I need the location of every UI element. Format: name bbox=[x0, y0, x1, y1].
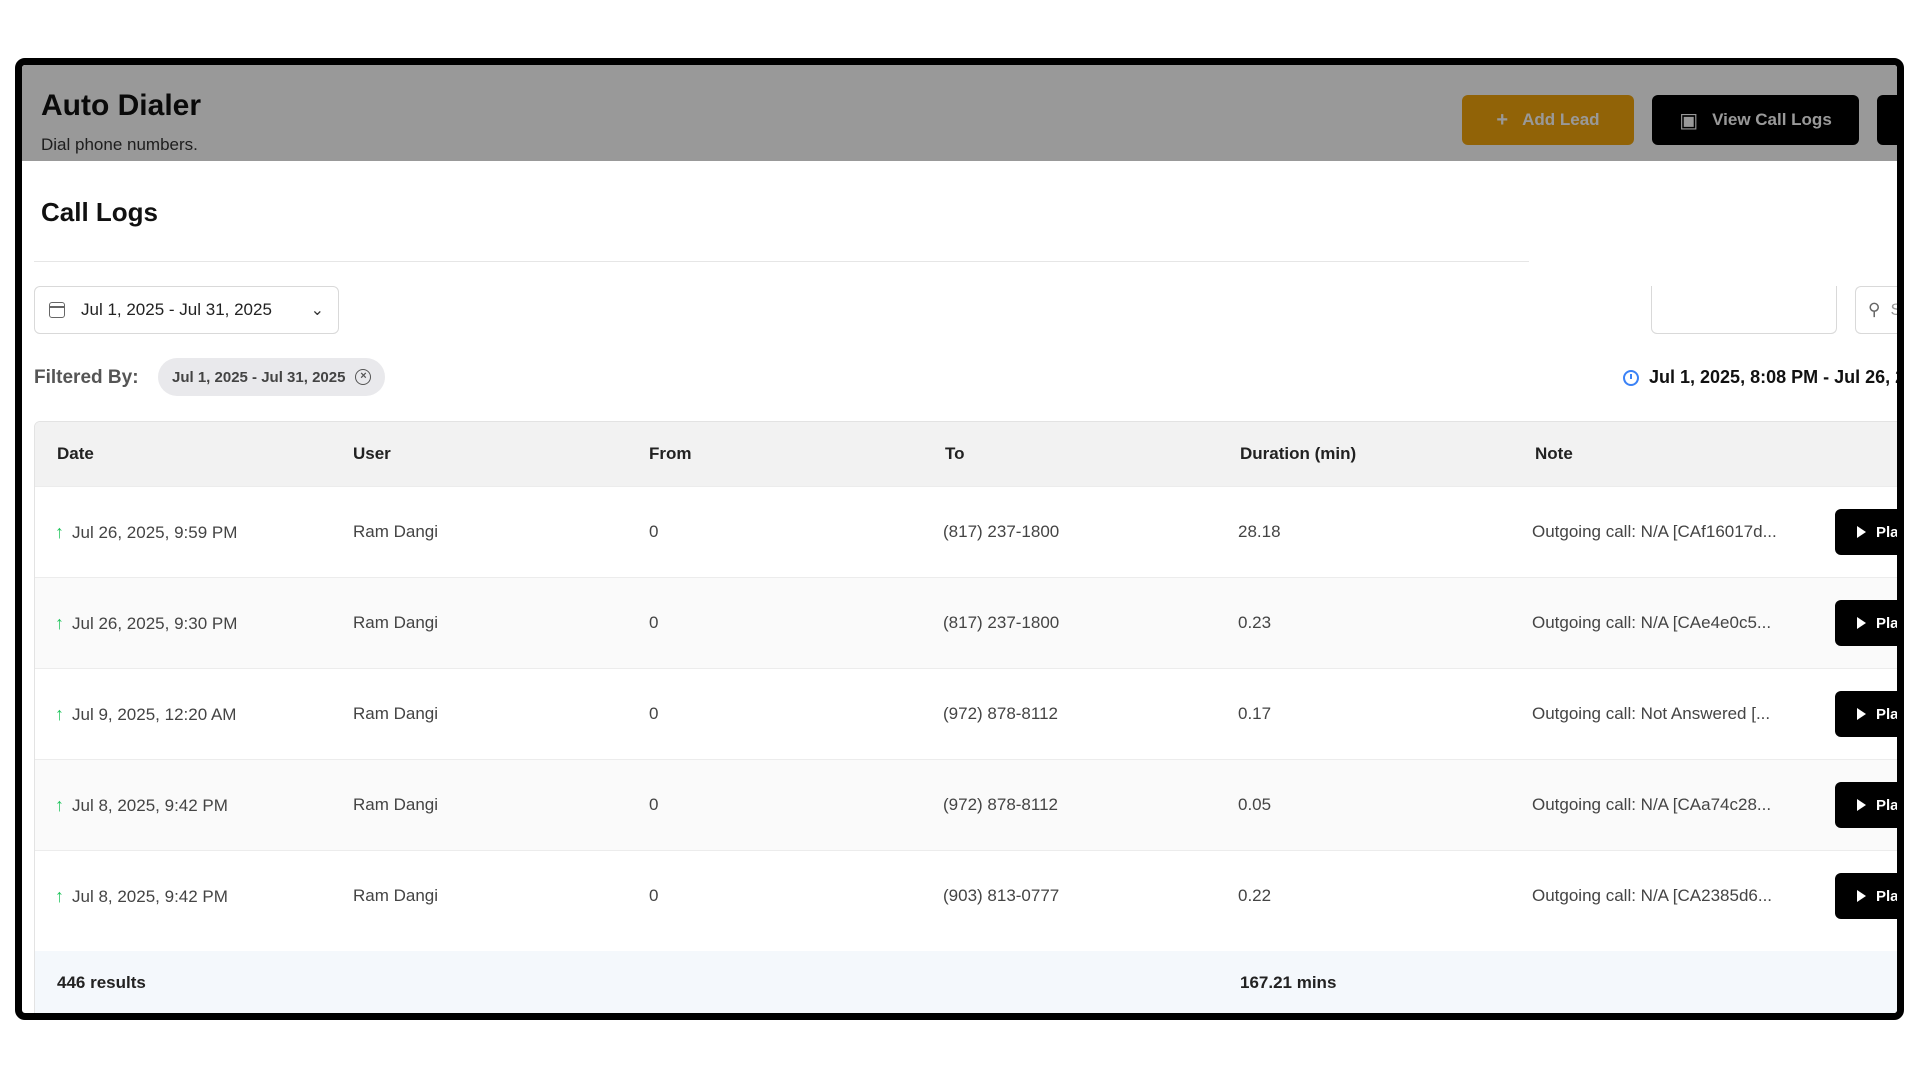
user-cell: Ram Dangi bbox=[353, 886, 439, 905]
modal-title: Call Logs bbox=[41, 197, 159, 227]
modal-backdrop[interactable] bbox=[22, 65, 1897, 161]
column-header-user[interactable]: User bbox=[353, 444, 391, 464]
arrow-up-icon: ↑ bbox=[55, 886, 64, 906]
user-cell: Ram Dangi bbox=[353, 522, 439, 541]
app-window: Auto Dialer Dial phone numbers. + Add Le… bbox=[15, 58, 1904, 1020]
column-header-duration[interactable]: Duration (min) bbox=[1240, 444, 1356, 464]
note-cell: Outgoing call: N/A [CAa74c28... bbox=[1532, 795, 1772, 814]
note-cell: Outgoing call: N/A [CAf16017d... bbox=[1532, 522, 1777, 541]
close-circle-icon[interactable]: × bbox=[355, 369, 372, 385]
chevron-down-icon: ⌄ bbox=[310, 302, 324, 319]
search-icon: ⚲ bbox=[1868, 300, 1881, 319]
to-cell: (972) 878-8112 bbox=[943, 704, 1058, 723]
play-button[interactable]: Play bbox=[1835, 873, 1904, 919]
play-label: Play bbox=[1876, 705, 1904, 723]
from-cell: 0 bbox=[649, 886, 659, 905]
duration-cell: 0.22 bbox=[1238, 886, 1272, 905]
to-cell: (817) 237-1800 bbox=[943, 522, 1060, 541]
time-range-text: Jul 1, 2025, 8:08 PM - Jul 26, 2025 bbox=[1649, 367, 1897, 387]
user-cell: Ram Dangi bbox=[353, 704, 439, 723]
search-placeholder: Se bbox=[1890, 300, 1902, 319]
filter-chip-label: Jul 1, 2025 - Jul 31, 2025 bbox=[172, 368, 346, 386]
duration-cell: 0.17 bbox=[1238, 704, 1272, 723]
arrow-up-icon: ↑ bbox=[55, 522, 64, 542]
search-input[interactable]: ⚲ Se bbox=[1855, 286, 1902, 334]
date-cell: ↑ Jul 26, 2025, 9:30 PM bbox=[55, 613, 237, 634]
filter-chip: Jul 1, 2025 - Jul 31, 2025 × bbox=[158, 358, 386, 396]
user-cell: Ram Dangi bbox=[353, 613, 439, 632]
table-row[interactable]: ↑ Jul 8, 2025, 9:42 PM Ram Dangi 0 (903) … bbox=[35, 850, 1904, 941]
total-duration: 167.21 mins bbox=[1240, 973, 1337, 992]
table-row[interactable]: ↑ Jul 9, 2025, 12:20 AM Ram Dangi 0 (972)… bbox=[35, 668, 1904, 759]
duration-cell: 0.23 bbox=[1238, 613, 1272, 632]
time-range-display: Jul 1, 2025, 8:08 PM - Jul 26, 2025 bbox=[1623, 367, 1897, 388]
play-button[interactable]: Play bbox=[1835, 782, 1904, 828]
play-button[interactable]: Play bbox=[1835, 691, 1904, 737]
play-button[interactable]: Play bbox=[1835, 509, 1904, 555]
note-cell: Outgoing call: N/A [CAe4e0c5... bbox=[1532, 613, 1772, 632]
date-text: Jul 26, 2025, 9:30 PM bbox=[72, 614, 238, 633]
play-button[interactable]: Play bbox=[1835, 600, 1904, 646]
call-logs-modal: Call Logs Jul 1, 2025 - Jul 31, 2025 ⌄ ⚲… bbox=[28, 161, 1897, 1013]
table-footer: 446 results 167.21 mins bbox=[35, 941, 1897, 1013]
column-header-from[interactable]: From bbox=[649, 444, 692, 464]
from-cell: 0 bbox=[649, 613, 659, 632]
date-text: Jul 26, 2025, 9:59 PM bbox=[72, 523, 238, 542]
duration-cell: 28.18 bbox=[1238, 522, 1281, 541]
arrow-up-icon: ↑ bbox=[55, 795, 64, 815]
column-header-to[interactable]: To bbox=[945, 444, 965, 464]
note-cell: Outgoing call: N/A [CA2385d6... bbox=[1532, 886, 1773, 905]
date-text: Jul 8, 2025, 9:42 PM bbox=[72, 796, 228, 815]
filter-input[interactable] bbox=[1651, 286, 1837, 334]
play-label: Play bbox=[1876, 796, 1904, 814]
to-cell: (972) 878-8112 bbox=[943, 795, 1058, 814]
date-cell: ↑ Jul 8, 2025, 9:42 PM bbox=[55, 795, 228, 816]
calendar-icon bbox=[49, 302, 65, 318]
from-cell: 0 bbox=[649, 795, 659, 814]
filtered-by-label: Filtered By: bbox=[34, 367, 139, 388]
modal-divider bbox=[34, 261, 1529, 262]
from-cell: 0 bbox=[649, 522, 659, 541]
date-text: Jul 9, 2025, 12:20 AM bbox=[72, 705, 237, 724]
play-icon bbox=[1857, 799, 1866, 811]
play-icon bbox=[1857, 617, 1866, 629]
date-text: Jul 8, 2025, 9:42 PM bbox=[72, 887, 228, 906]
table-header: Date User From To Duration (min) Note bbox=[35, 422, 1897, 486]
column-header-date[interactable]: Date bbox=[57, 444, 94, 464]
play-label: Play bbox=[1876, 523, 1904, 541]
play-label: Play bbox=[1876, 614, 1904, 632]
play-label: Play bbox=[1876, 887, 1904, 905]
duration-cell: 0.05 bbox=[1238, 795, 1272, 814]
call-logs-table: Date User From To Duration (min) Note ↑ J… bbox=[34, 421, 1904, 1013]
note-cell: Outgoing call: Not Answered [... bbox=[1532, 704, 1771, 723]
date-range-value: Jul 1, 2025 - Jul 31, 2025 bbox=[81, 300, 272, 319]
date-cell: ↑ Jul 8, 2025, 9:42 PM bbox=[55, 886, 228, 907]
arrow-up-icon: ↑ bbox=[55, 704, 64, 724]
table-row[interactable]: ↑ Jul 8, 2025, 9:42 PM Ram Dangi 0 (972) … bbox=[35, 759, 1904, 850]
play-icon bbox=[1857, 708, 1866, 720]
user-cell: Ram Dangi bbox=[353, 795, 439, 814]
play-icon bbox=[1857, 526, 1866, 538]
date-cell: ↑ Jul 26, 2025, 9:59 PM bbox=[55, 522, 237, 543]
date-cell: ↑ Jul 9, 2025, 12:20 AM bbox=[55, 704, 236, 725]
play-icon bbox=[1857, 890, 1866, 902]
to-cell: (817) 237-1800 bbox=[943, 613, 1060, 632]
to-cell: (903) 813-0777 bbox=[943, 886, 1060, 905]
results-count: 446 results bbox=[57, 973, 146, 992]
table-row[interactable]: ↑ Jul 26, 2025, 9:30 PM Ram Dangi 0 (817)… bbox=[35, 577, 1904, 668]
arrow-up-icon: ↑ bbox=[55, 613, 64, 633]
column-header-note[interactable]: Note bbox=[1535, 444, 1573, 464]
from-cell: 0 bbox=[649, 704, 659, 723]
table-row[interactable]: ↑ Jul 26, 2025, 9:59 PM Ram Dangi 0 (817)… bbox=[35, 486, 1904, 577]
clock-icon bbox=[1623, 369, 1639, 386]
date-range-picker[interactable]: Jul 1, 2025 - Jul 31, 2025 ⌄ bbox=[34, 286, 339, 334]
